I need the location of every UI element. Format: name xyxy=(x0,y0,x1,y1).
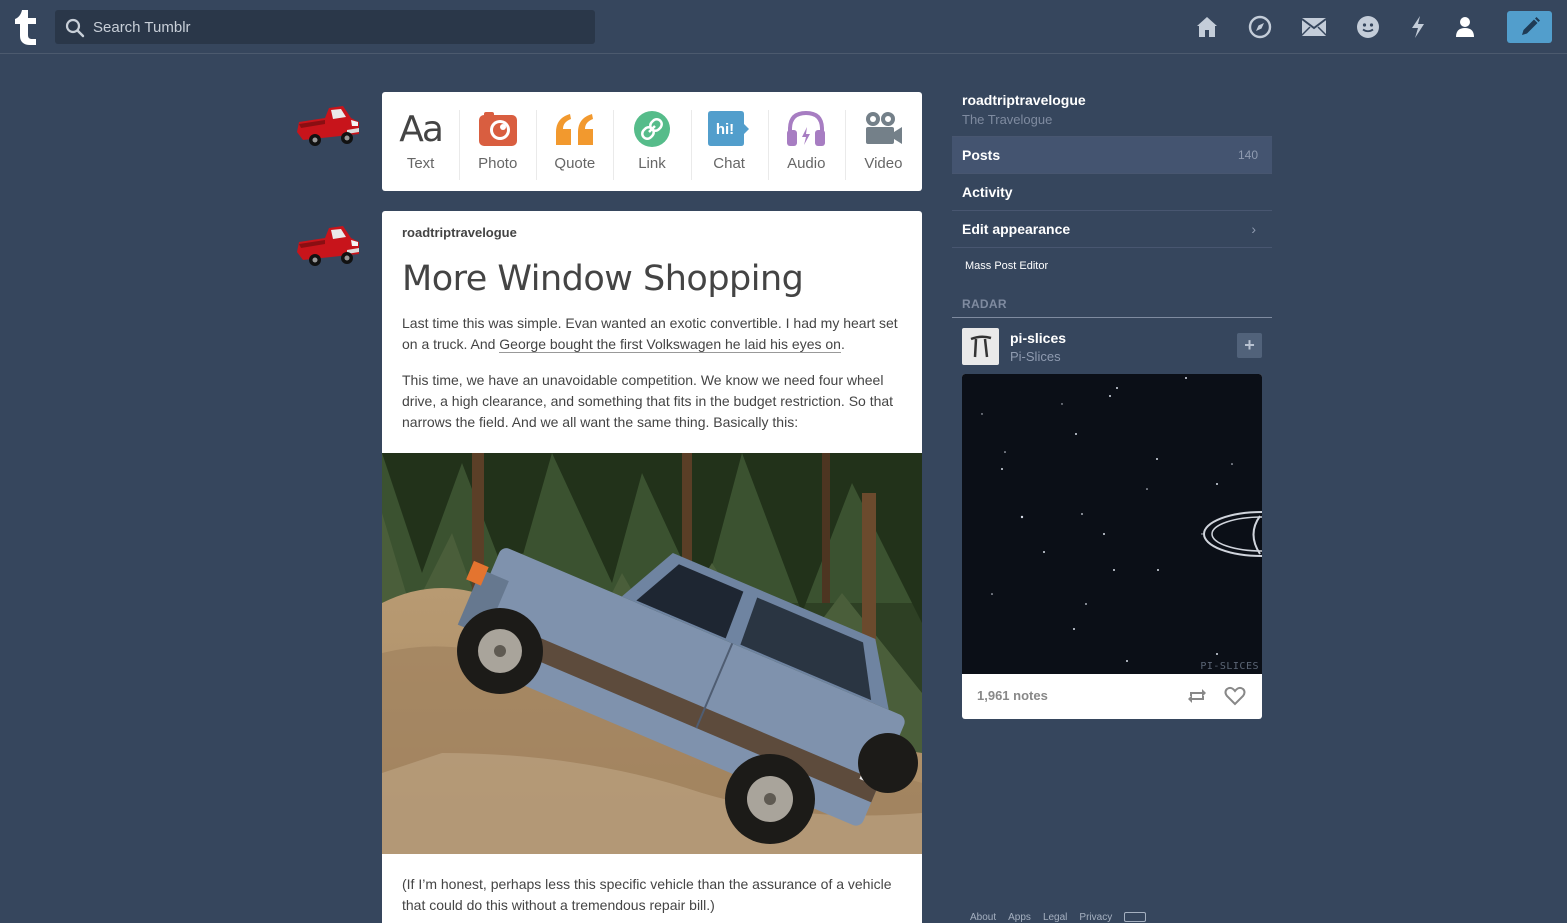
chevron-right-icon: › xyxy=(1251,221,1256,237)
divider xyxy=(952,247,1272,248)
home-icon[interactable] xyxy=(1194,14,1220,40)
footer-link-legal[interactable]: Legal xyxy=(1043,912,1067,923)
sidebar-item-posts[interactable]: Posts 140 xyxy=(952,136,1272,173)
sidebar-blog-title: The Travelogue xyxy=(962,112,1053,127)
blog-avatar-truck[interactable] xyxy=(295,100,363,152)
sidebar-blog-name[interactable]: roadtriptravelogue xyxy=(962,92,1086,108)
post-type-picker: Aa Text Photo Quote Link hi! Chat Audio xyxy=(382,92,922,191)
post-type-audio[interactable]: Audio xyxy=(767,92,845,191)
tumblr-logo-icon[interactable] xyxy=(14,8,40,46)
explore-icon[interactable] xyxy=(1247,14,1273,40)
post-type-quote[interactable]: Quote xyxy=(536,92,613,191)
radar-divider xyxy=(952,317,1272,318)
inbox-icon[interactable] xyxy=(1301,14,1327,40)
footer-link-privacy[interactable]: Privacy xyxy=(1079,912,1112,923)
post-type-photo[interactable]: Photo xyxy=(459,92,536,191)
post-type-link[interactable]: Link xyxy=(613,92,690,191)
compose-button[interactable] xyxy=(1507,11,1552,43)
messaging-icon[interactable] xyxy=(1355,14,1381,40)
sidebar-item-label: Edit appearance xyxy=(962,221,1071,237)
post-photo-jeep[interactable] xyxy=(382,453,922,854)
sidebar-item-edit-appearance[interactable]: Edit appearance › xyxy=(952,210,1272,247)
radar-blog-title: Pi-Slices xyxy=(1010,349,1061,364)
post-card: roadtriptravelogue More Window Shopping … xyxy=(382,211,922,923)
follow-button[interactable]: + xyxy=(1237,333,1262,358)
search-input[interactable] xyxy=(93,10,583,44)
footer-links: About Apps Legal Privacy xyxy=(970,912,1147,923)
paragraph-text: . xyxy=(840,336,845,352)
svg-text:hi!: hi! xyxy=(716,121,734,138)
volkswagen-link[interactable]: George bought the first Volkswagen he la… xyxy=(499,336,841,353)
activity-icon[interactable] xyxy=(1405,14,1431,40)
post-paragraph-2: This time, we have an unavoidable compet… xyxy=(402,372,894,430)
text-aa-icon: Aa xyxy=(399,108,444,150)
search-icon xyxy=(65,18,85,38)
post-avatar-truck[interactable] xyxy=(295,220,363,272)
post-type-label: Photo xyxy=(478,155,518,172)
radar-heading: RADAR xyxy=(962,297,1007,311)
radar-blog-name[interactable]: pi-slices xyxy=(1010,330,1066,346)
post-title: More Window Shopping xyxy=(402,259,804,299)
search-bar[interactable] xyxy=(55,10,595,44)
sidebar-item-label: Activity xyxy=(962,184,1013,200)
pencil-icon xyxy=(1521,17,1540,35)
post-type-label: Text xyxy=(406,155,435,172)
quote-icon xyxy=(554,108,596,150)
image-watermark: PI-SLICES xyxy=(1200,661,1259,672)
post-type-label: Quote xyxy=(554,155,596,172)
posts-count: 140 xyxy=(1237,148,1258,162)
radar-post-card: PI-SLICES 1,961 notes xyxy=(962,374,1262,719)
mass-post-editor-link[interactable]: Mass Post Editor xyxy=(965,260,1048,272)
top-bar xyxy=(0,0,1567,54)
footer-link-apps[interactable]: Apps xyxy=(1008,912,1031,923)
radar-post-image[interactable]: PI-SLICES xyxy=(962,374,1262,674)
post-type-text[interactable]: Aa Text xyxy=(382,92,459,191)
sidebar-item-label: Posts xyxy=(962,147,1001,163)
post-type-label: Link xyxy=(638,155,666,172)
sidebar-item-activity[interactable]: Activity xyxy=(952,173,1272,210)
heart-icon[interactable] xyxy=(1224,685,1246,707)
radar-blog-avatar[interactable] xyxy=(962,328,999,365)
keyboard-icon[interactable] xyxy=(1124,912,1147,922)
reblog-icon[interactable] xyxy=(1186,685,1208,707)
headphones-icon xyxy=(785,108,827,150)
notes-count[interactable]: 1,961 notes xyxy=(977,688,1048,703)
account-icon[interactable] xyxy=(1452,14,1478,40)
camera-icon xyxy=(477,108,519,150)
footer-link-about[interactable]: About xyxy=(970,912,996,923)
chat-icon: hi! xyxy=(708,108,750,150)
post-type-label: Audio xyxy=(787,155,826,172)
post-paragraph-1: Last time this was simple. Evan wanted a… xyxy=(402,313,902,355)
post-type-video[interactable]: Video xyxy=(844,92,922,191)
post-blog-name[interactable]: roadtriptravelogue xyxy=(402,225,517,240)
post-type-label: Video xyxy=(864,155,903,172)
post-type-label: Chat xyxy=(713,155,745,172)
video-camera-icon xyxy=(862,108,904,150)
link-icon xyxy=(631,108,673,150)
post-type-chat[interactable]: hi! Chat xyxy=(690,92,768,191)
post-paragraph-3: (If I’m honest, perhaps less this specif… xyxy=(402,876,892,913)
